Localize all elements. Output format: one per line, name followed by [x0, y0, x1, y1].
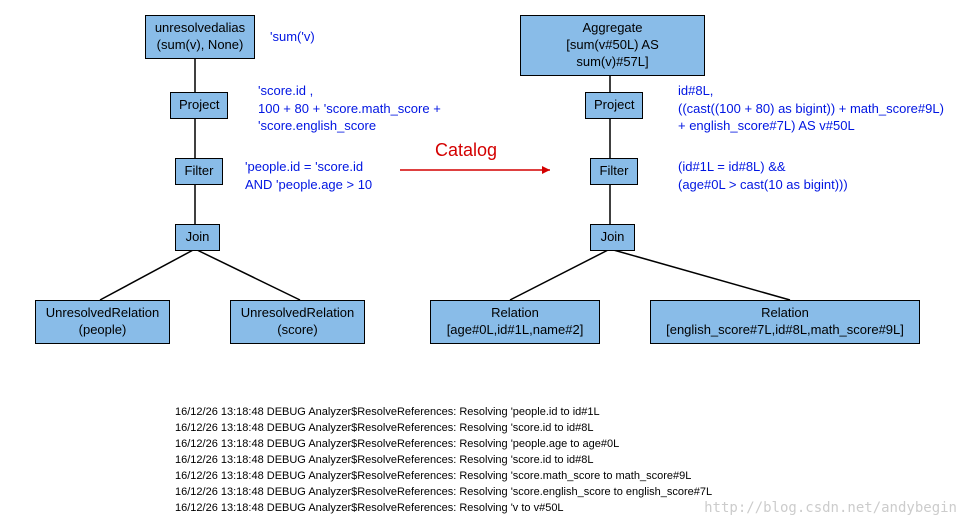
node-project-right: Project	[585, 92, 643, 119]
node-unresolved-score: UnresolvedRelation(score)	[230, 300, 365, 344]
node-filter-left: Filter	[175, 158, 223, 185]
node-join-left: Join	[175, 224, 220, 251]
watermark: http://blog.csdn.net/andybegin	[704, 500, 957, 516]
annot-filter-left: 'people.id = 'score.idAND 'people.age > …	[245, 158, 372, 193]
node-aggregate: Aggregate[sum(v#50L) AS sum(v)#57L]	[520, 15, 705, 76]
annot-filter-right: (id#1L = id#8L) &&(age#0L > cast(10 as b…	[678, 158, 848, 193]
log-line: 16/12/26 13:18:48 DEBUG Analyzer$Resolve…	[175, 501, 712, 517]
node-relation-score: Relation[english_score#7L,id#8L,math_sco…	[650, 300, 920, 344]
node-relation-people: Relation[age#0L,id#1L,name#2]	[430, 300, 600, 344]
annot-sumv: 'sum('v)	[270, 28, 315, 46]
log-line: 16/12/26 13:18:48 DEBUG Analyzer$Resolve…	[175, 485, 712, 501]
catalog-label: Catalog	[435, 140, 497, 161]
annot-project-right: id#8L,((cast((100 + 80) as bigint)) + ma…	[678, 82, 944, 135]
node-filter-right: Filter	[590, 158, 638, 185]
log-line: 16/12/26 13:18:48 DEBUG Analyzer$Resolve…	[175, 469, 712, 485]
node-unresolved-people: UnresolvedRelation(people)	[35, 300, 170, 344]
node-join-right: Join	[590, 224, 635, 251]
node-project-left: Project	[170, 92, 228, 119]
log-line: 16/12/26 13:18:48 DEBUG Analyzer$Resolve…	[175, 453, 712, 469]
debug-log: 16/12/26 13:18:48 DEBUG Analyzer$Resolve…	[175, 405, 712, 517]
log-line: 16/12/26 13:18:48 DEBUG Analyzer$Resolve…	[175, 405, 712, 421]
node-unresolvedalias: unresolvedalias(sum(v), None)	[145, 15, 255, 59]
log-line: 16/12/26 13:18:48 DEBUG Analyzer$Resolve…	[175, 421, 712, 437]
annot-project-left: 'score.id ,100 + 80 + 'score.math_score …	[258, 82, 441, 135]
log-line: 16/12/26 13:18:48 DEBUG Analyzer$Resolve…	[175, 437, 712, 453]
